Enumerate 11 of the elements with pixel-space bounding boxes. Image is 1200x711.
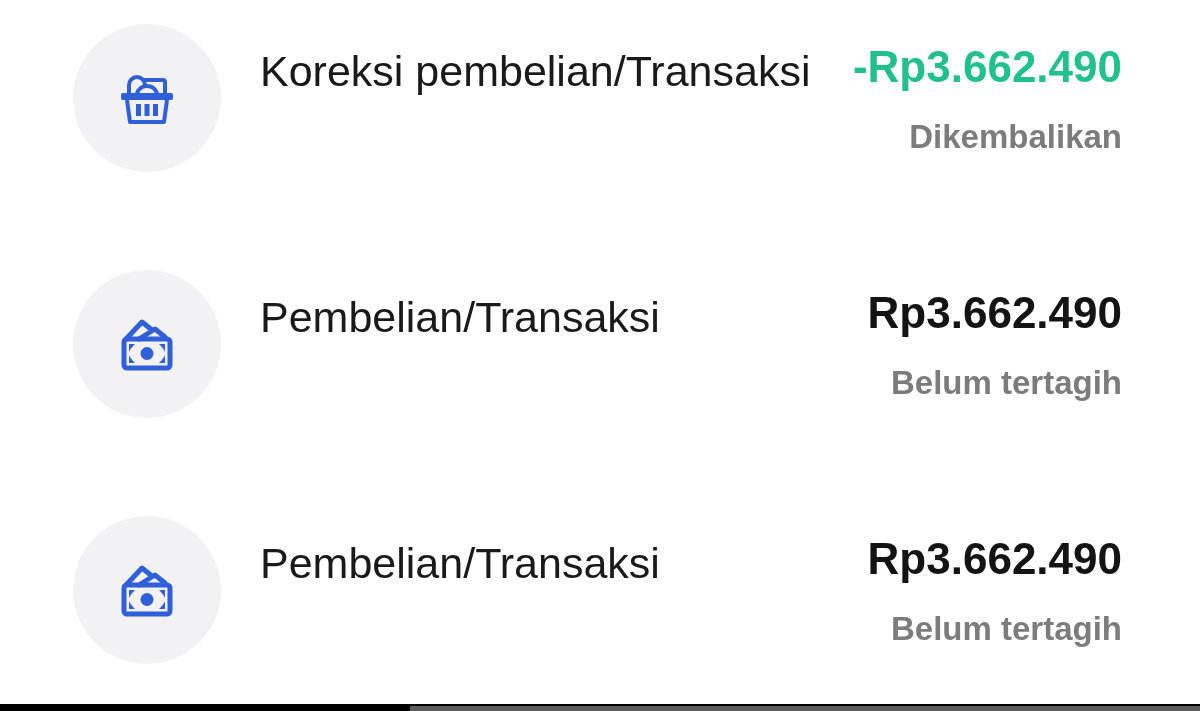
transaction-status: Belum tertagih [890,609,1122,649]
transaction-title: Pembelian/Transaksi [260,538,660,589]
transaction-amount: -Rp3.662.490 [852,41,1122,93]
banknotes-icon [121,563,173,617]
transaction-status: Dikembalikan [909,117,1122,157]
transaction-amount: Rp3.662.490 [867,287,1122,339]
banknotes-icon [121,317,173,371]
transaction-status: Belum tertagih [890,363,1122,403]
transaction-title: Koreksi pembelian/Transaksi [260,46,811,97]
transaction-amount: Rp3.662.490 [867,533,1122,585]
transaction-title: Pembelian/Transaksi [260,292,660,343]
